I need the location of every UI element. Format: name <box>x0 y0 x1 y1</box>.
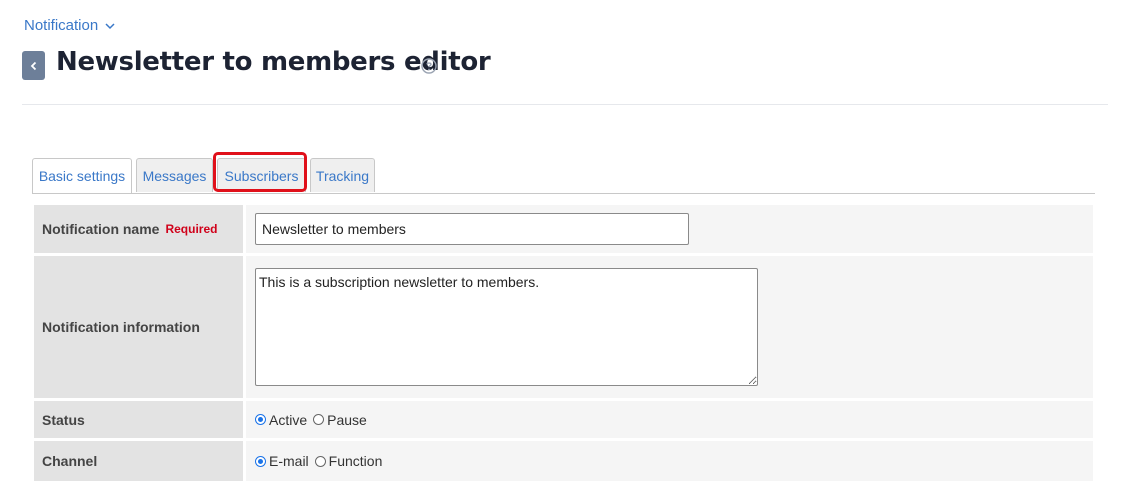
channel-radio-group: E-mail Function <box>255 453 388 469</box>
status-radio-active[interactable]: Active <box>255 412 307 428</box>
tab-tracking[interactable]: Tracking <box>310 158 375 192</box>
back-button[interactable] <box>22 51 45 80</box>
status-radio-pause[interactable]: Pause <box>313 412 367 428</box>
notification-information-label: Notification information <box>34 256 243 398</box>
header-divider <box>22 104 1108 105</box>
radio-unchecked-icon <box>313 414 325 425</box>
chevron-left-icon <box>30 61 36 70</box>
help-icon[interactable] <box>421 58 437 74</box>
breadcrumb-label: Notification <box>24 17 99 34</box>
form-row-status: Status Active Pause <box>34 401 1093 441</box>
required-badge: Required <box>165 222 218 236</box>
channel-radio-function[interactable]: Function <box>314 453 382 469</box>
breadcrumb[interactable]: Notification <box>24 17 116 34</box>
tab-bar: Basic settings Messages Subscribers Trac… <box>32 158 1095 194</box>
basic-settings-form: Notification name Required Notification … <box>34 205 1093 484</box>
status-label: Status <box>34 401 243 438</box>
radio-checked-icon <box>255 414 266 425</box>
status-radio-group: Active Pause <box>255 412 373 428</box>
form-row-notification-information: Notification information This is a subsc… <box>34 256 1093 401</box>
channel-label: Channel <box>34 441 243 481</box>
tab-subscribers[interactable]: Subscribers <box>217 158 306 192</box>
tab-basic-settings[interactable]: Basic settings <box>32 158 132 193</box>
form-row-channel: Channel E-mail Function <box>34 441 1093 484</box>
radio-checked-icon <box>255 455 266 467</box>
form-row-notification-name: Notification name Required <box>34 205 1093 256</box>
notification-name-label: Notification name Required <box>34 205 243 253</box>
chevron-down-icon <box>105 22 115 29</box>
channel-radio-email[interactable]: E-mail <box>255 453 309 469</box>
notification-name-input[interactable] <box>255 213 689 245</box>
notification-information-textarea[interactable]: This is a subscription newsletter to mem… <box>255 268 758 386</box>
tab-messages[interactable]: Messages <box>136 158 213 192</box>
radio-unchecked-icon <box>314 455 326 467</box>
